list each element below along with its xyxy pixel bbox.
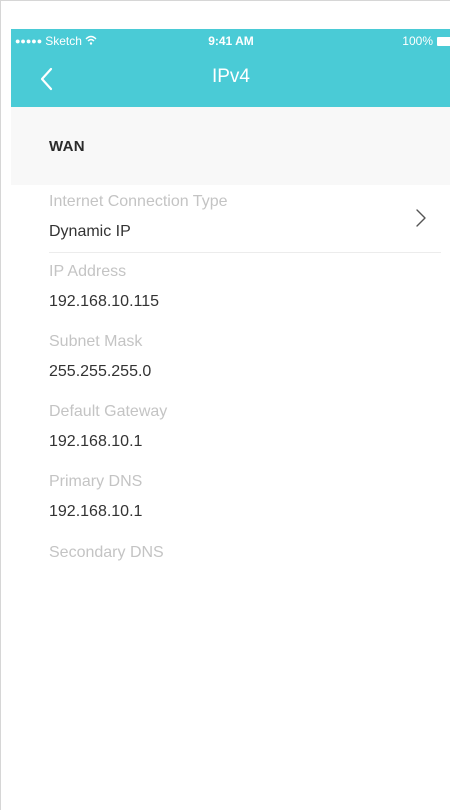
battery-percent: 100% [402, 34, 433, 48]
ip-address-label: IP Address [49, 263, 127, 280]
connection-type-label: Internet Connection Type [49, 193, 228, 210]
internet-connection-type-row[interactable]: Internet Connection Type Dynamic IP [11, 185, 450, 253]
section-header-wan: WAN [11, 107, 450, 185]
subnet-mask-value: 255.255.255.0 [49, 363, 152, 380]
primary-dns-value: 192.168.10.1 [49, 503, 143, 520]
default-gateway-value: 192.168.10.1 [49, 433, 143, 450]
page-title: IPv4 [211, 66, 251, 87]
secondary-dns-label: Secondary DNS [49, 544, 164, 561]
row-divider [49, 252, 441, 253]
phone-screen: ●●●●● Sketch 9:41 AM 100% IPv4 WAN Inter… [0, 0, 450, 810]
chevron-right-icon [416, 209, 426, 227]
app-header: ●●●●● Sketch 9:41 AM 100% IPv4 [11, 29, 450, 107]
status-bar: ●●●●● Sketch 9:41 AM 100% [11, 29, 450, 51]
battery-icon [437, 36, 450, 46]
section-title: WAN [49, 138, 85, 155]
ip-address-value: 192.168.10.115 [49, 293, 160, 310]
connection-type-value: Dynamic IP [49, 223, 131, 240]
nav-bar: IPv4 [11, 51, 450, 107]
status-time: 9:41 AM [208, 34, 254, 48]
default-gateway-label: Default Gateway [49, 403, 168, 420]
primary-dns-label: Primary DNS [49, 473, 143, 490]
subnet-mask-label: Subnet Mask [49, 333, 143, 350]
status-right: 100% [402, 34, 450, 48]
